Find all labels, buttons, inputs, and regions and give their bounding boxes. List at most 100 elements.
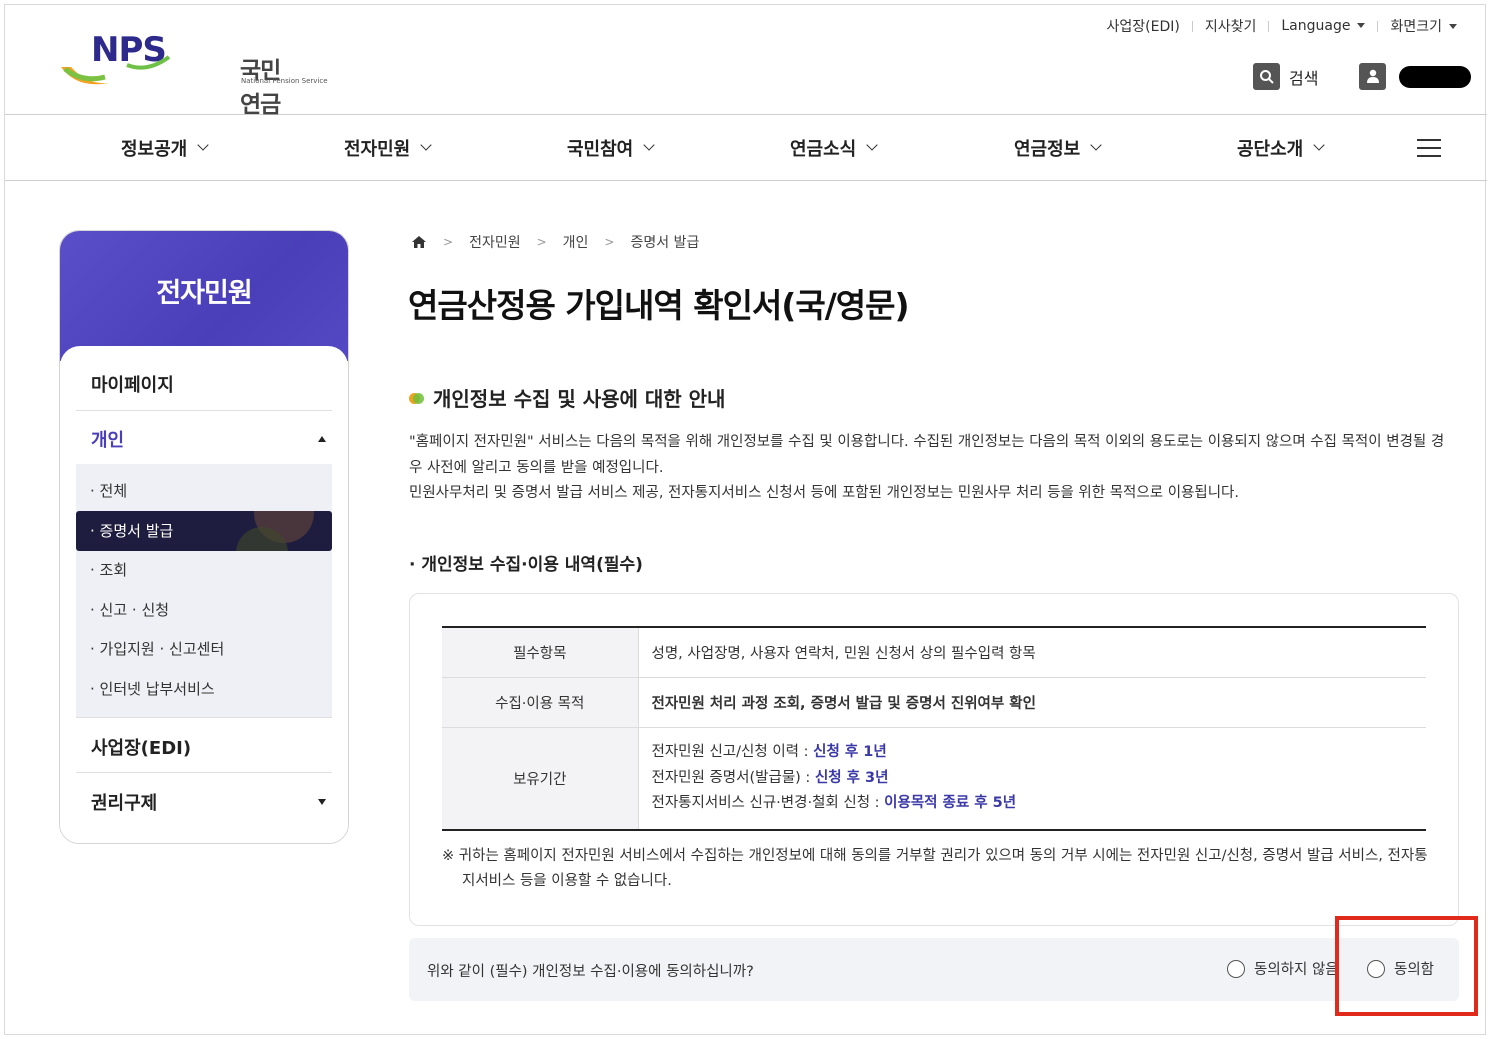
retention-line: 전자통지서비스 신규·변경·철회 신청 : 이용목적 종료 후 5년 <box>652 791 1427 817</box>
triangle-up-icon <box>318 436 326 442</box>
disagree-label: 동의하지 않음 <box>1254 962 1339 978</box>
privacy-detail-box: 필수항목 성명, 사업장명, 사용자 연락처, 민원 신청서 상의 필수입력 항… <box>409 593 1459 926</box>
gnb-label: 공단소개 <box>1237 139 1304 160</box>
gnb-pension-info[interactable]: 연금정보 <box>1014 135 1102 161</box>
site-header: NPS 국민연금 National Pension Service 사업장(ED… <box>5 5 1487 118</box>
gnb-pension-news[interactable]: 연금소식 <box>790 135 878 161</box>
util-divider <box>1191 20 1193 32</box>
util-divider <box>1268 20 1270 32</box>
gnb-about[interactable]: 공단소개 <box>1237 135 1325 161</box>
gnb-info-disclosure[interactable]: 정보공개 <box>121 135 209 161</box>
table-head-cell: 보유기간 <box>442 727 639 831</box>
chevron-right-icon: > <box>536 235 547 249</box>
sidebar: 전자민원 마이페이지 개인 · 전체 · 증명서 발급 · 조회 · 신고 · <box>59 230 349 844</box>
search-label: 검색 <box>1289 68 1319 88</box>
logo-english-name: National Pension Service <box>241 77 328 85</box>
section-title: 개인정보 수집 및 사용에 대한 안내 <box>409 383 725 412</box>
section-title-text: 개인정보 수집 및 사용에 대한 안내 <box>433 387 726 411</box>
util-branch-link[interactable]: 지사찾기 <box>1205 16 1257 36</box>
disagree-radio[interactable]: 동의하지 않음 <box>1227 958 1339 979</box>
gnb-label: 국민참여 <box>567 139 634 160</box>
util-language-dropdown[interactable]: Language <box>1281 18 1366 34</box>
table-row: 보유기간 전자민원 신고/신청 이력 : 신청 후 1년 전자민원 증명서(발급… <box>442 727 1427 831</box>
hamburger-menu-icon[interactable] <box>1417 139 1441 157</box>
chevron-right-icon: > <box>443 235 454 249</box>
consent-bar: 위와 같이 (필수) 개인정보 수집·이용에 동의하십니까? 동의하지 않음 동… <box>409 938 1459 1001</box>
util-zoom-dropdown[interactable]: 화면크기 <box>1390 16 1457 36</box>
chevron-down-icon <box>420 139 432 151</box>
breadcrumb-e-civil[interactable]: 전자민원 <box>469 232 521 252</box>
user-icon <box>1359 63 1386 90</box>
breadcrumb: > 전자민원 > 개인 > 증명서 발급 <box>411 232 699 252</box>
sidebar-item-label: 개인 <box>91 430 125 451</box>
chevron-down-icon <box>1313 139 1325 151</box>
search-button[interactable]: 검색 <box>1253 63 1318 90</box>
triangle-down-icon <box>318 799 326 805</box>
page-title: 연금산정용 가입내역 확인서(국/영문) <box>408 286 910 325</box>
gnb-e-civil[interactable]: 전자민원 <box>344 135 432 161</box>
nps-logo-mark-icon: NPS <box>61 30 171 85</box>
table-cell-highlight: 전자민원 처리 과정 조회, 증명서 발급 및 증명서 진위여부 확인 <box>638 677 1426 728</box>
sidebar-header: 전자민원 <box>60 231 348 361</box>
sidebar-sub-support-center[interactable]: · 가입지원 · 신고센터 <box>90 638 224 659</box>
sidebar-menu: 마이페이지 개인 · 전체 · 증명서 발급 · 조회 · 신고 · 신청 · … <box>60 346 348 843</box>
chevron-right-icon: > <box>604 235 615 249</box>
annotation-highlight-box <box>1335 916 1478 1016</box>
sidebar-sub-report[interactable]: · 신고 · 신청 <box>90 599 169 620</box>
sidebar-sub-internet-payment[interactable]: · 인터넷 납부서비스 <box>90 678 215 699</box>
retention-label: 전자통지서비스 신규·변경·철회 신청 : <box>651 795 885 811</box>
user-account-button[interactable] <box>1359 63 1471 90</box>
page-frame: NPS 국민연금 National Pension Service 사업장(ED… <box>4 4 1487 1035</box>
bullet-dots-icon <box>409 390 425 406</box>
table-row: 필수항목 성명, 사업장명, 사용자 연락처, 민원 신청서 상의 필수입력 항… <box>442 627 1426 678</box>
privacy-intro-line1: "홈페이지 전자민원" 서비스는 다음의 목적을 위해 개인정보를 수집 및 이… <box>409 434 1445 476</box>
sidebar-item-rights[interactable]: 권리구제 <box>76 789 332 815</box>
chevron-down-icon <box>866 139 878 151</box>
main-navigation: 정보공개 전자민원 국민참여 연금소식 연금정보 공단소개 <box>5 115 1487 181</box>
radio-circle-icon[interactable] <box>1227 959 1245 978</box>
retention-line: 전자민원 신고/신청 이력 : 신청 후 1년 <box>652 740 1427 766</box>
sidebar-item-label: 권리구제 <box>91 793 158 814</box>
sidebar-submenu: · 전체 · 증명서 발급 · 조회 · 신고 · 신청 · 가입지원 · 신고… <box>76 464 332 717</box>
utility-menu: 사업장(EDI) 지사찾기 Language 화면크기 <box>1107 16 1457 36</box>
privacy-table: 필수항목 성명, 사업장명, 사용자 연락처, 민원 신청서 상의 필수입력 항… <box>442 626 1426 831</box>
gnb-label: 연금정보 <box>1014 139 1081 160</box>
retention-value: 이용목적 종료 후 5년 <box>884 795 1017 811</box>
retention-label: 전자민원 증명서(발급물) : <box>651 769 815 786</box>
sidebar-item-personal[interactable]: 개인 <box>76 426 332 452</box>
privacy-intro: "홈페이지 전자민원" 서비스는 다음의 목적을 위해 개인정보를 수집 및 이… <box>409 430 1449 507</box>
caret-down-icon <box>1449 23 1457 29</box>
retention-line: 전자민원 증명서(발급물) : 신청 후 3년 <box>652 766 1427 792</box>
table-head-cell: 필수항목 <box>442 627 639 678</box>
sidebar-sub-label: · 증명서 발급 <box>90 522 174 540</box>
util-edi-link[interactable]: 사업장(EDI) <box>1107 16 1180 36</box>
retention-label: 전자민원 신고/신청 이력 : <box>651 744 814 760</box>
sidebar-sub-certificate-active[interactable]: · 증명서 발급 <box>76 511 332 551</box>
chevron-down-icon <box>197 139 209 151</box>
chevron-down-icon <box>1090 139 1102 151</box>
sidebar-item-mypage[interactable]: 마이페이지 <box>76 371 332 397</box>
retention-value: 신청 후 3년 <box>814 769 889 786</box>
gnb-label: 연금소식 <box>790 139 857 160</box>
logo-korean-name: 국민연금 <box>240 58 281 118</box>
language-label: Language <box>1281 18 1351 34</box>
subsection-title: · 개인정보 수집·이용 내역(필수) <box>409 555 643 575</box>
sidebar-item-edi[interactable]: 사업장(EDI) <box>76 734 332 760</box>
breadcrumb-certificate[interactable]: 증명서 발급 <box>630 232 699 252</box>
caret-down-icon <box>1357 22 1366 28</box>
sidebar-sub-all[interactable]: · 전체 <box>90 480 127 501</box>
nps-logo[interactable]: NPS 국민연금 National Pension Service <box>57 27 328 118</box>
consent-question: 위와 같이 (필수) 개인정보 수집·이용에 동의하십니까? <box>427 964 754 980</box>
gnb-label: 정보공개 <box>121 139 188 160</box>
table-head-cell: 수집·이용 목적 <box>442 677 639 728</box>
redacted-username <box>1399 65 1471 88</box>
sidebar-divider <box>76 410 332 411</box>
retention-value: 신청 후 1년 <box>813 744 887 760</box>
zoom-label: 화면크기 <box>1390 19 1442 35</box>
sidebar-sub-inquiry[interactable]: · 조회 <box>90 559 127 580</box>
home-icon[interactable] <box>411 235 427 249</box>
gnb-participation[interactable]: 국민참여 <box>567 135 655 161</box>
breadcrumb-personal[interactable]: 개인 <box>563 232 589 252</box>
sidebar-divider <box>76 772 332 773</box>
util-divider <box>1377 20 1379 32</box>
